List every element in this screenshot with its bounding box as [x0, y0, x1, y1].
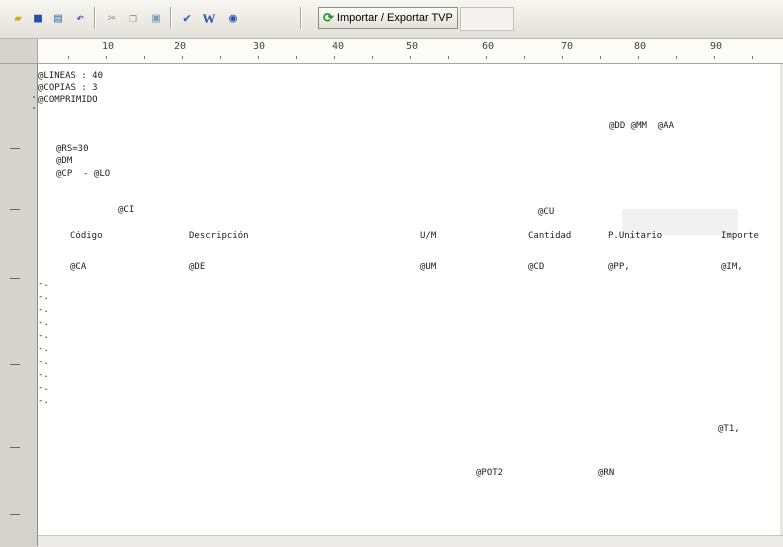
ruler-tick — [752, 56, 753, 59]
import-export-button[interactable]: ⟳ Importar / Exportar TVP — [318, 7, 458, 29]
field-code: @IM, — [721, 262, 743, 272]
doc-line: @COPIAS : 3 — [38, 83, 98, 93]
ruler-tick — [106, 56, 107, 59]
doc-line: @DD @MM @AA — [609, 121, 675, 131]
field-code: @UM — [420, 262, 437, 272]
ruler-tick — [182, 56, 183, 59]
ruler-tick — [486, 56, 487, 59]
ruler-mark — [10, 514, 20, 515]
dash-line: -. — [38, 331, 49, 341]
open-folder-icon[interactable]: ▰ — [9, 9, 27, 27]
field-code: @T1, — [718, 424, 740, 434]
ruler-tick — [220, 56, 221, 59]
cut-icon[interactable]: ✂ — [103, 9, 121, 27]
ruler-mark — [10, 209, 20, 210]
toolbar: ▰ ■ ▤ ↶ ✂ ❐ ▣ ✔ W ◉ ⟳ Importar / Exporta… — [0, 0, 783, 39]
dash-line: -. — [38, 305, 49, 315]
toolbar-separator — [94, 7, 95, 29]
ruler-tick — [144, 56, 145, 59]
toolbar-separator — [300, 7, 301, 29]
print-preview-icon[interactable]: ▤ — [49, 9, 67, 27]
doc-line: @LINEAS : 40 — [38, 71, 104, 81]
doc-line: @COMPRIMIDO — [38, 95, 98, 105]
ruler-label: 90 — [710, 41, 723, 52]
ruler-tick — [258, 56, 259, 59]
ruler-tick — [524, 56, 525, 59]
import-export-label: Importar / Exportar TVP — [336, 12, 453, 24]
paste-icon[interactable]: ▣ — [147, 9, 165, 27]
undo-icon[interactable]: ↶ — [71, 9, 89, 27]
field-code: @CA — [70, 262, 87, 272]
doc-line: @RS=30 — [56, 144, 89, 154]
ruler-tick — [372, 56, 373, 59]
ruler-label: 50 — [406, 41, 419, 52]
help-icon[interactable]: ◉ — [224, 9, 242, 27]
dash-line: -. — [38, 383, 49, 393]
ruler-label: 70 — [561, 41, 574, 52]
doc-line: @CI — [118, 205, 135, 215]
ruler-label: 10 — [102, 41, 115, 52]
ruler-tick — [562, 56, 563, 59]
doc-line: @CP - @LO — [56, 169, 111, 179]
word-icon[interactable]: W — [200, 9, 218, 27]
ruler-label: 30 — [253, 41, 266, 52]
check-icon[interactable]: ✔ — [178, 9, 196, 27]
dash-line: -. — [38, 396, 49, 406]
column-header: P.Unitario — [608, 231, 663, 241]
column-header: Importe — [721, 231, 759, 241]
horizontal-scrollbar[interactable] — [38, 535, 783, 547]
refresh-icon: ⟳ — [323, 10, 334, 25]
dash-line: -. — [38, 318, 49, 328]
vertical-ruler — [0, 64, 38, 546]
ruler-dot — [33, 107, 35, 109]
horizontal-ruler: 10 20 30 40 50 60 70 80 90 — [38, 39, 783, 64]
column-header: U/M — [420, 231, 437, 241]
ruler-tick — [676, 56, 677, 59]
ruler-tick — [410, 56, 411, 59]
ruler-tick — [448, 56, 449, 59]
column-header: Código — [70, 231, 103, 241]
doc-line: @DM — [56, 156, 73, 166]
column-header: Cantidad — [528, 231, 572, 241]
field-code: @RN — [598, 468, 615, 478]
save-icon[interactable]: ■ — [29, 9, 47, 27]
ruler-mark — [10, 278, 20, 279]
ruler-tick — [638, 56, 639, 59]
copy-icon[interactable]: ❐ — [124, 9, 142, 27]
ruler-mark — [10, 447, 20, 448]
document-editor[interactable]: @LINEAS : 40 @COPIAS : 3 @COMPRIMIDO @DD… — [38, 64, 783, 546]
dash-line: -. — [38, 370, 49, 380]
dash-line: -. — [38, 292, 49, 302]
ruler-tick — [68, 56, 69, 59]
ruler-dot — [33, 96, 35, 98]
field-code: @POT2 — [476, 468, 504, 478]
column-header: Descripción — [189, 231, 249, 241]
dash-line: -. — [38, 357, 49, 367]
field-code: @DE — [189, 262, 206, 272]
ruler-tick — [334, 56, 335, 59]
ruler-label: 60 — [482, 41, 495, 52]
toolbar-empty-field — [460, 7, 514, 31]
ruler-tick — [714, 56, 715, 59]
ruler-tick — [296, 56, 297, 59]
field-code: @PP, — [608, 262, 630, 272]
dash-line: -. — [38, 279, 49, 289]
ruler-mark — [10, 148, 20, 149]
ruler-corner — [0, 39, 38, 64]
dash-line: -. — [38, 344, 49, 354]
ruler-label: 40 — [332, 41, 345, 52]
ruler-tick — [600, 56, 601, 59]
doc-line: @CU — [538, 207, 555, 217]
toolbar-separator — [170, 7, 171, 29]
ruler-mark — [10, 364, 20, 365]
ruler-label: 80 — [634, 41, 647, 52]
field-code: @CD — [528, 262, 545, 272]
ruler-label: 20 — [174, 41, 187, 52]
